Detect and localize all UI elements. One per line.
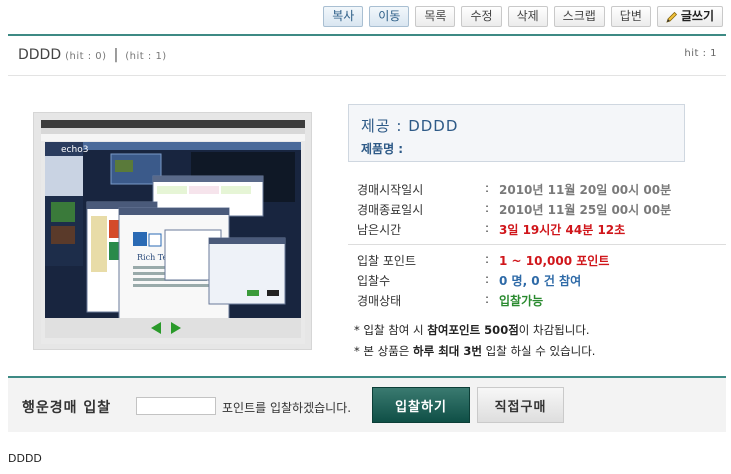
delete-button[interactable]: 삭제	[507, 6, 548, 27]
remaining-time-label: 남은시간	[357, 223, 402, 237]
auction-end-value: 2010년 11월 25일 00시 00분	[499, 203, 672, 217]
title-separator: |	[113, 47, 119, 63]
write-button-label: 글쓰기	[680, 9, 714, 23]
info-divider	[348, 244, 726, 245]
product-image: Rich Text Editing echo3	[33, 112, 312, 350]
bid-point-input[interactable]	[136, 397, 216, 415]
bid-bar: 행운경매 입찰 포인트를 입찰하겠습니다. 입찰하기 직접구매	[8, 376, 726, 432]
pencil-icon	[666, 11, 677, 23]
list-button[interactable]: 목록	[415, 6, 456, 27]
auction-start-label: 경매시작일시	[357, 183, 424, 197]
notice-text: 입찰 하실 수 있습니다.	[481, 344, 596, 358]
colon: :	[485, 201, 490, 215]
colon: :	[485, 272, 490, 286]
notice-text: 이 차감됩니다.	[518, 323, 590, 337]
bid-label: 행운경매 입찰	[22, 400, 112, 416]
bid-button[interactable]: 입찰하기	[372, 387, 470, 423]
colon: :	[485, 292, 490, 306]
colon: :	[485, 252, 490, 266]
notice-text: * 입찰 참여 시	[354, 323, 428, 337]
notice-emphasis: 하루 최대 3번	[413, 344, 482, 358]
post-body: DDDD	[8, 452, 42, 465]
svg-text:echo3: echo3	[61, 145, 88, 155]
title-divider	[8, 75, 726, 76]
hit-count-right: hit : 1	[684, 48, 717, 59]
colon: :	[485, 181, 490, 195]
provider-box: 제공 : DDDD 제품명 :	[348, 104, 685, 162]
notice-daily-limit: * 본 상품은 하루 최대 3번 입찰 하실 수 있습니다.	[354, 343, 595, 359]
auction-status-value: 입찰가능	[499, 294, 544, 308]
reply-button[interactable]: 답변	[610, 6, 651, 27]
buy-now-button[interactable]: 직접구매	[477, 387, 564, 423]
move-button[interactable]: 이동	[369, 6, 410, 27]
notice-point-deduction: * 입찰 참여 시 참여포인트 500점이 차감됩니다.	[354, 322, 590, 338]
provider-label: 제공 : DDDD	[361, 117, 459, 135]
bid-count-value: 0 명, 0 건 참여	[499, 274, 582, 288]
auction-status-label: 경매상태	[357, 294, 402, 308]
hit-count: (hit : 0)	[65, 51, 107, 62]
bid-suffix-text: 포인트를 입찰하겠습니다.	[222, 401, 352, 415]
edit-button[interactable]: 수정	[461, 6, 502, 27]
scrap-button[interactable]: 스크랩	[553, 6, 605, 27]
product-name-label: 제품명 :	[361, 142, 404, 156]
auction-start-value: 2010년 11월 20일 00시 00분	[499, 183, 672, 197]
product-screenshot-graphic: Rich Text Editing echo3	[41, 120, 305, 344]
hit-count-secondary: (hit : 1)	[125, 51, 167, 62]
colon: :	[485, 221, 490, 235]
write-button[interactable]: 글쓰기	[656, 6, 723, 27]
post-toolbar: 복사 이동 목록 수정 삭제 스크랩 답변 글쓰기	[323, 6, 723, 27]
remaining-time-value: 3일 19시간 44분 12초	[499, 223, 626, 237]
notice-text: * 본 상품은	[354, 344, 414, 358]
header-divider	[8, 34, 726, 36]
bid-count-label: 입찰수	[357, 274, 391, 288]
post-title: DDDD	[18, 47, 62, 63]
bid-point-value: 1 ~ 10,000 포인트	[499, 254, 610, 268]
notice-emphasis: 참여포인트 500점	[427, 323, 519, 337]
copy-button[interactable]: 복사	[323, 6, 364, 27]
auction-end-label: 경매종료일시	[357, 203, 424, 217]
post-title-row: DDDD (hit : 0) | (hit : 1)	[18, 47, 167, 63]
bid-point-label: 입찰 포인트	[357, 254, 417, 268]
